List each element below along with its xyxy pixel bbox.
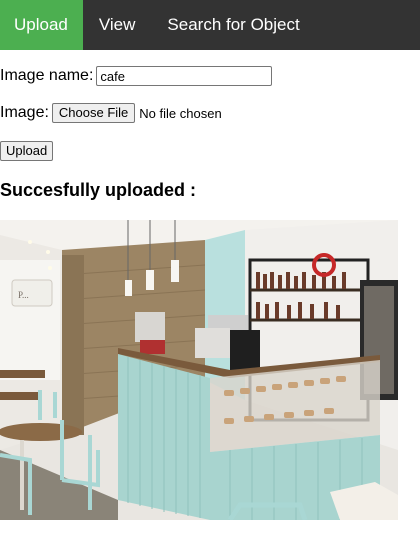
file-status-text: No file chosen (139, 105, 222, 121)
image-file-row: Image: Choose File No file chosen (0, 103, 222, 123)
nav-search-for-object[interactable]: Search for Object (151, 0, 315, 50)
upload-button[interactable]: Upload (0, 141, 54, 161)
svg-text:P...: P... (18, 290, 29, 300)
upload-row: Upload (0, 141, 54, 161)
upload-success-message: Succesfully uploaded : (0, 180, 197, 200)
image-name-input[interactable] (96, 66, 273, 86)
choose-file-button[interactable]: Choose File (51, 103, 136, 123)
image-name-row: Image name: (0, 66, 273, 86)
nav-view[interactable]: View (83, 0, 152, 50)
uploaded-image: P... (0, 220, 398, 520)
image-label: Image: (0, 104, 49, 121)
image-name-label: Image name: (0, 67, 94, 84)
nav-upload[interactable]: Upload (0, 0, 83, 50)
top-navigation: Upload View Search for Object (0, 0, 420, 50)
